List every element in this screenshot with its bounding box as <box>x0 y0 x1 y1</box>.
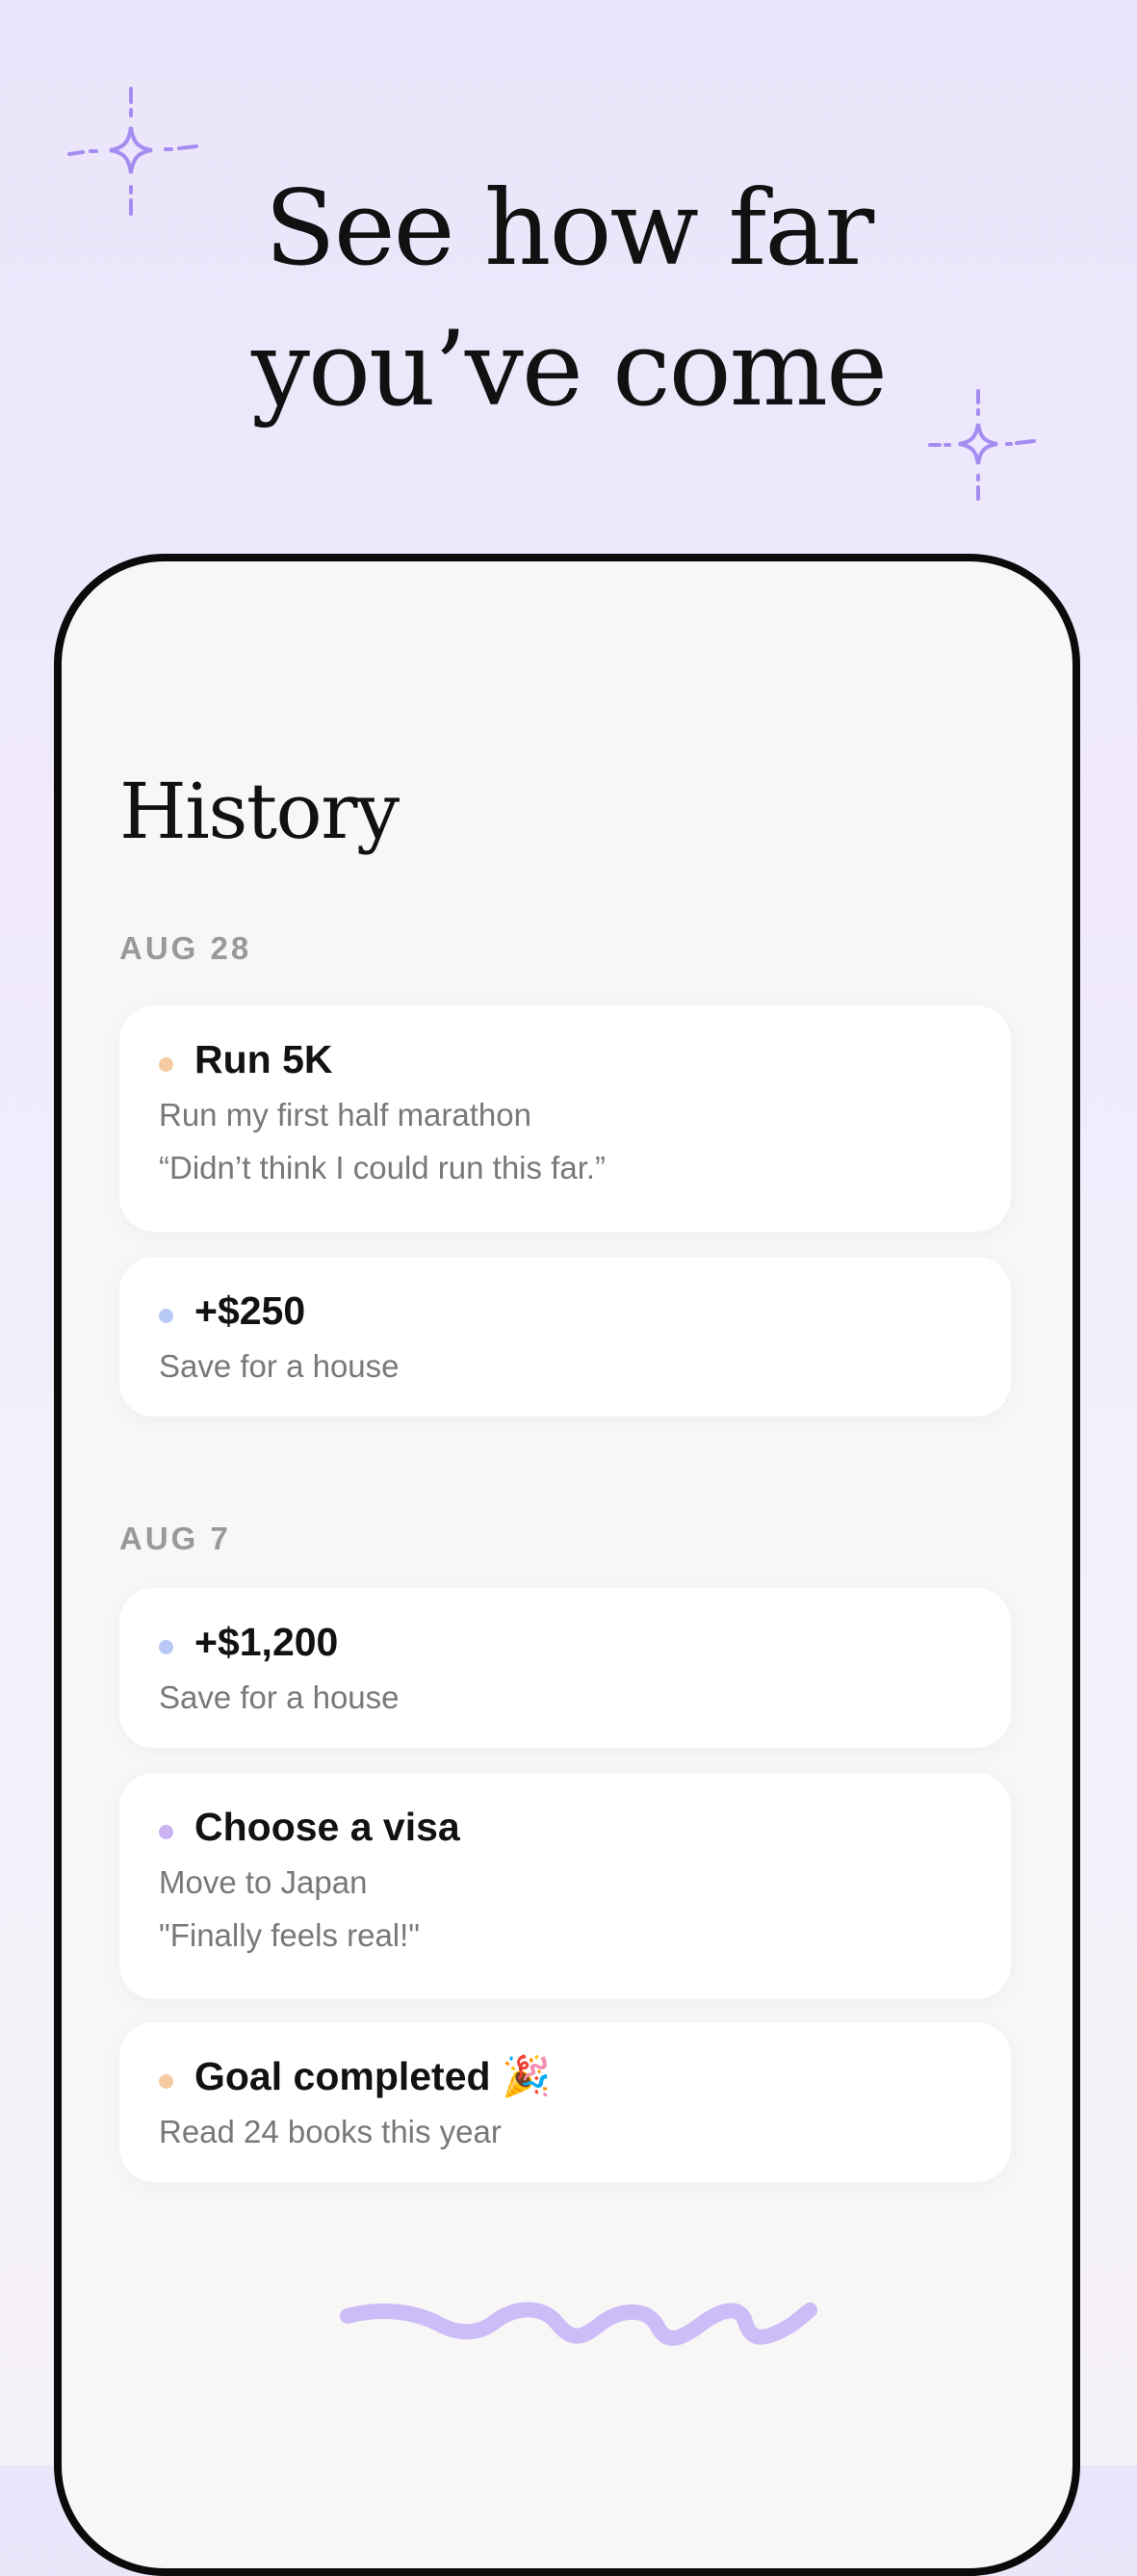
entry-goal: Run my first half marathon <box>159 1097 531 1132</box>
entry-title: +$250 <box>194 1288 306 1333</box>
entry-title: +$1,200 <box>194 1620 339 1664</box>
entry-title: Run 5K <box>194 1037 333 1081</box>
phone-frame: History AUG 28 Run 5K Run my first half … <box>54 554 1080 2576</box>
squiggle-decoration <box>340 2302 817 2346</box>
date-label: AUG 28 <box>119 930 252 966</box>
history-entry-card[interactable]: Goal completed 🎉 Read 24 books this year <box>119 2022 1011 2182</box>
status-dot <box>159 1825 173 1839</box>
history-entry-card[interactable]: Run 5K Run my first half marathon “Didn’… <box>119 1005 1011 1232</box>
status-dot <box>159 2074 173 2089</box>
history-entry-card[interactable]: +$1,200 Save for a house <box>119 1588 1011 1748</box>
entry-note: “Didn’t think I could run this far.” <box>159 1150 607 1185</box>
date-label: AUG 7 <box>119 1521 231 1556</box>
entry-goal: Save for a house <box>159 1348 400 1384</box>
history-title: History <box>119 767 400 856</box>
entry-goal: Save for a house <box>159 1679 400 1715</box>
entry-goal: Read 24 books this year <box>159 2114 502 2149</box>
entry-goal: Move to Japan <box>159 1864 368 1900</box>
status-dot <box>159 1057 173 1072</box>
history-entry-card[interactable]: Choose a visa Move to Japan "Finally fee… <box>119 1773 1011 1999</box>
history-entry-card[interactable]: +$250 Save for a house <box>119 1257 1011 1417</box>
status-dot <box>159 1309 173 1323</box>
sparkle-icon <box>67 87 198 216</box>
status-dot <box>159 1640 173 1654</box>
entry-title: Choose a visa <box>194 1805 460 1849</box>
entry-title: Goal completed 🎉 <box>194 2054 552 2098</box>
sparkle-icon <box>928 389 1036 501</box>
entry-note: "Finally feels real!" <box>159 1917 421 1953</box>
